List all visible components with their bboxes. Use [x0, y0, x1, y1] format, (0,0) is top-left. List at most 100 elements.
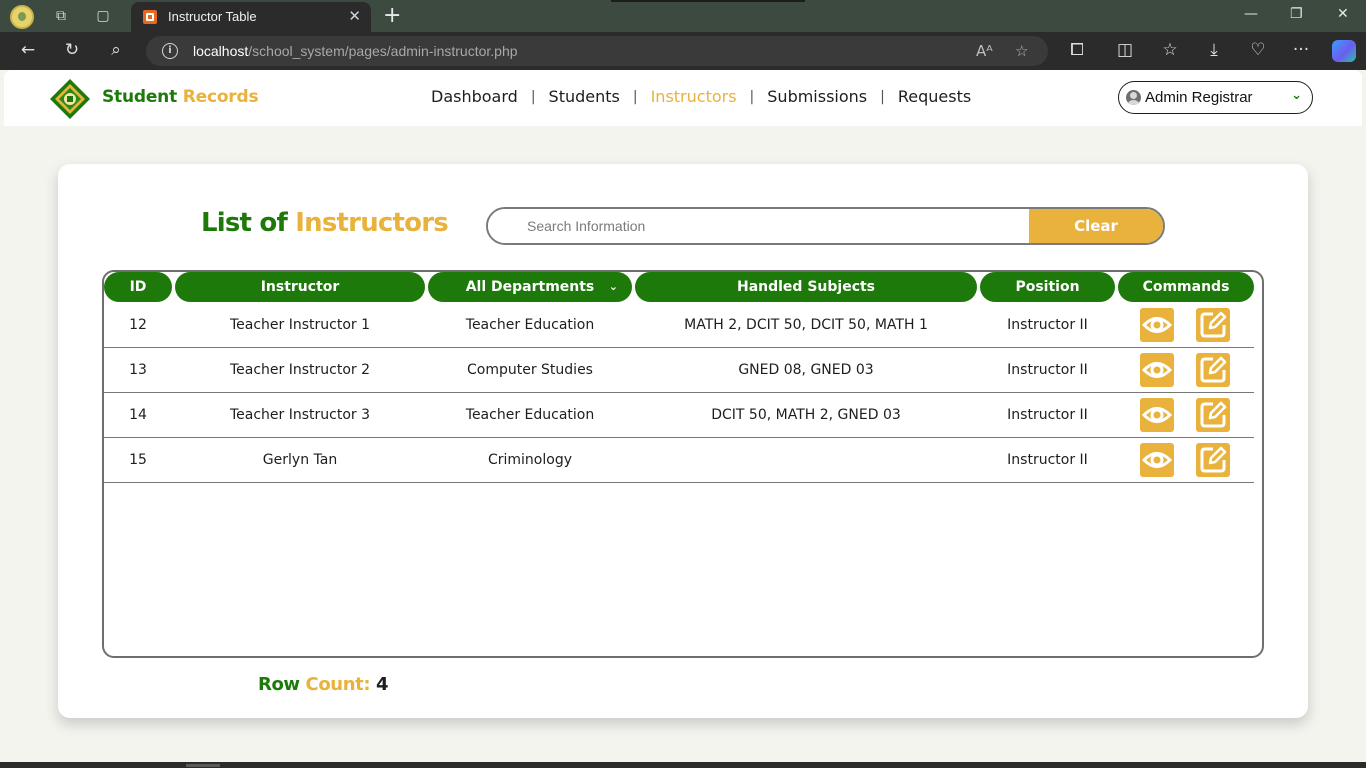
extensions-icon[interactable]: ⧠: [1066, 40, 1088, 60]
nav-separator: |: [530, 88, 536, 105]
table-header: ID Instructor All Departments ⌄ Handled …: [104, 272, 1262, 304]
table-row: 13 Teacher Instructor 2 Computer Studies GN…: [104, 348, 1254, 393]
taskbar-strip: [0, 762, 1366, 768]
main-nav: Dashboard | Students | Instructors | Sub…: [431, 87, 971, 106]
cell-instructor: Teacher Instructor 3: [229, 407, 371, 423]
cell-instructor: Teacher Instructor 1: [229, 317, 371, 333]
department-filter-select[interactable]: All Departments ⌄: [428, 272, 632, 302]
nav-instructors[interactable]: Instructors: [651, 87, 737, 106]
copilot-icon[interactable]: [1332, 40, 1356, 62]
cell-position: Instructor II: [1007, 452, 1088, 468]
browser-toolbar: ← ↻ ⌕ i localhost/school_system/pages/ad…: [0, 32, 1366, 70]
chevron-down-icon: ⌄: [608, 280, 618, 293]
table-row: 15 Gerlyn Tan Criminology Instructor II: [104, 438, 1254, 483]
column-header-id[interactable]: ID: [104, 272, 172, 302]
address-bar[interactable]: i localhost/school_system/pages/admin-in…: [146, 36, 1048, 66]
cell-department: Teacher Education: [465, 407, 595, 423]
view-eye-icon[interactable]: [1140, 353, 1174, 387]
url-text: localhost/school_system/pages/admin-inst…: [193, 43, 518, 59]
cell-position: Instructor II: [1007, 407, 1088, 423]
column-header-subjects[interactable]: Handled Subjects: [635, 272, 977, 302]
restore-icon[interactable]: ❐: [1290, 6, 1303, 22]
refresh-icon[interactable]: ↻: [61, 40, 83, 60]
site-header: Student Records Dashboard | Students | I…: [4, 70, 1362, 126]
title-part1: List of: [201, 208, 288, 238]
school-logo-icon: [50, 79, 90, 119]
url-host: localhost: [193, 43, 249, 59]
row-count: Row Count: 4: [258, 674, 389, 695]
browser-tab[interactable]: Instructor Table ✕: [131, 2, 371, 32]
xampp-favicon-icon: [143, 10, 157, 24]
view-eye-icon[interactable]: [1140, 443, 1174, 477]
instructors-card: List of Instructors Clear ID Instructor …: [58, 164, 1308, 718]
cell-department: Computer Studies: [467, 362, 593, 378]
minimize-icon[interactable]: —: [1244, 6, 1258, 22]
read-aloud-icon[interactable]: Aᴬ: [976, 42, 993, 60]
search-icon[interactable]: ⌕: [105, 40, 127, 60]
cell-department: Criminology: [487, 452, 572, 468]
profile-avatar-icon[interactable]: [10, 5, 34, 29]
tab-title: Instructor Table: [168, 9, 257, 24]
column-header-position[interactable]: Position: [980, 272, 1115, 302]
search-box: Clear: [486, 207, 1165, 245]
downloads-icon[interactable]: ⤓: [1203, 40, 1225, 60]
cell-subjects: GNED 08, GNED 03: [738, 362, 874, 378]
edit-icon[interactable]: [1196, 398, 1230, 432]
row-count-value: 4: [376, 674, 389, 695]
cell-subjects: MATH 2, DCIT 50, DCIT 50, MATH 1: [684, 317, 928, 333]
chevron-down-icon: ⌄: [1291, 88, 1302, 103]
favorites-icon[interactable]: ☆: [1159, 40, 1181, 60]
cell-department: Teacher Education: [465, 317, 595, 333]
column-header-instructor[interactable]: Instructor: [175, 272, 425, 302]
back-icon[interactable]: ←: [17, 40, 39, 60]
cell-id: 12: [129, 317, 147, 333]
browser-tab-bar: ⧉ ▢ Instructor Table ✕ + — ❐ ✕: [0, 0, 1366, 32]
cell-position: Instructor II: [1007, 317, 1088, 333]
nav-separator: |: [749, 88, 755, 105]
brand-part1: Student: [102, 87, 178, 107]
nav-students[interactable]: Students: [549, 87, 620, 106]
view-eye-icon[interactable]: [1140, 308, 1174, 342]
department-filter-label: All Departments: [465, 279, 595, 295]
row-count-label-2: Count:: [305, 674, 371, 695]
view-eye-icon[interactable]: [1140, 398, 1174, 432]
browser-essentials-icon[interactable]: ♡: [1247, 40, 1269, 60]
cell-instructor: Teacher Instructor 2: [229, 362, 371, 378]
edit-icon[interactable]: [1196, 443, 1230, 477]
brand-name[interactable]: Student Records: [102, 87, 259, 107]
brand-part2: Records: [182, 87, 259, 107]
cell-subjects: DCIT 50, MATH 2, GNED 03: [711, 407, 901, 423]
window-close-icon[interactable]: ✕: [1337, 6, 1349, 22]
cell-instructor: Gerlyn Tan: [262, 452, 338, 468]
nav-requests[interactable]: Requests: [898, 87, 971, 106]
row-count-label-1: Row: [258, 674, 300, 695]
title-part2: Instructors: [295, 208, 448, 238]
favorite-star-icon[interactable]: ☆: [1015, 42, 1028, 60]
edit-icon[interactable]: [1196, 308, 1230, 342]
cell-id: 13: [129, 362, 147, 378]
window-drag-indicator: [611, 0, 805, 2]
more-menu-icon[interactable]: ···: [1290, 40, 1312, 60]
vertical-tabs-icon[interactable]: ▢: [94, 7, 112, 25]
search-input[interactable]: [488, 209, 1029, 243]
user-menu-select[interactable]: Admin Registrar ⌄: [1118, 81, 1313, 114]
nav-dashboard[interactable]: Dashboard: [431, 87, 518, 106]
instructors-table: ID Instructor All Departments ⌄ Handled …: [102, 270, 1264, 658]
site-info-icon[interactable]: i: [162, 43, 178, 59]
user-avatar-icon: [1126, 90, 1141, 105]
column-header-commands: Commands: [1118, 272, 1254, 302]
split-screen-icon[interactable]: ◫: [1114, 40, 1136, 60]
clear-button[interactable]: Clear: [1029, 209, 1163, 243]
workspaces-icon[interactable]: ⧉: [52, 7, 70, 25]
cell-id: 14: [129, 407, 147, 423]
nav-submissions[interactable]: Submissions: [767, 87, 867, 106]
new-tab-icon[interactable]: +: [383, 3, 401, 28]
cell-position: Instructor II: [1007, 362, 1088, 378]
nav-separator: |: [880, 88, 885, 105]
close-tab-icon[interactable]: ✕: [348, 7, 361, 25]
cell-id: 15: [129, 452, 147, 468]
table-row: 12 Teacher Instructor 1 Teacher Education M…: [104, 303, 1254, 348]
user-name: Admin Registrar: [1145, 89, 1253, 106]
cell-subjects: [635, 438, 977, 482]
edit-icon[interactable]: [1196, 353, 1230, 387]
